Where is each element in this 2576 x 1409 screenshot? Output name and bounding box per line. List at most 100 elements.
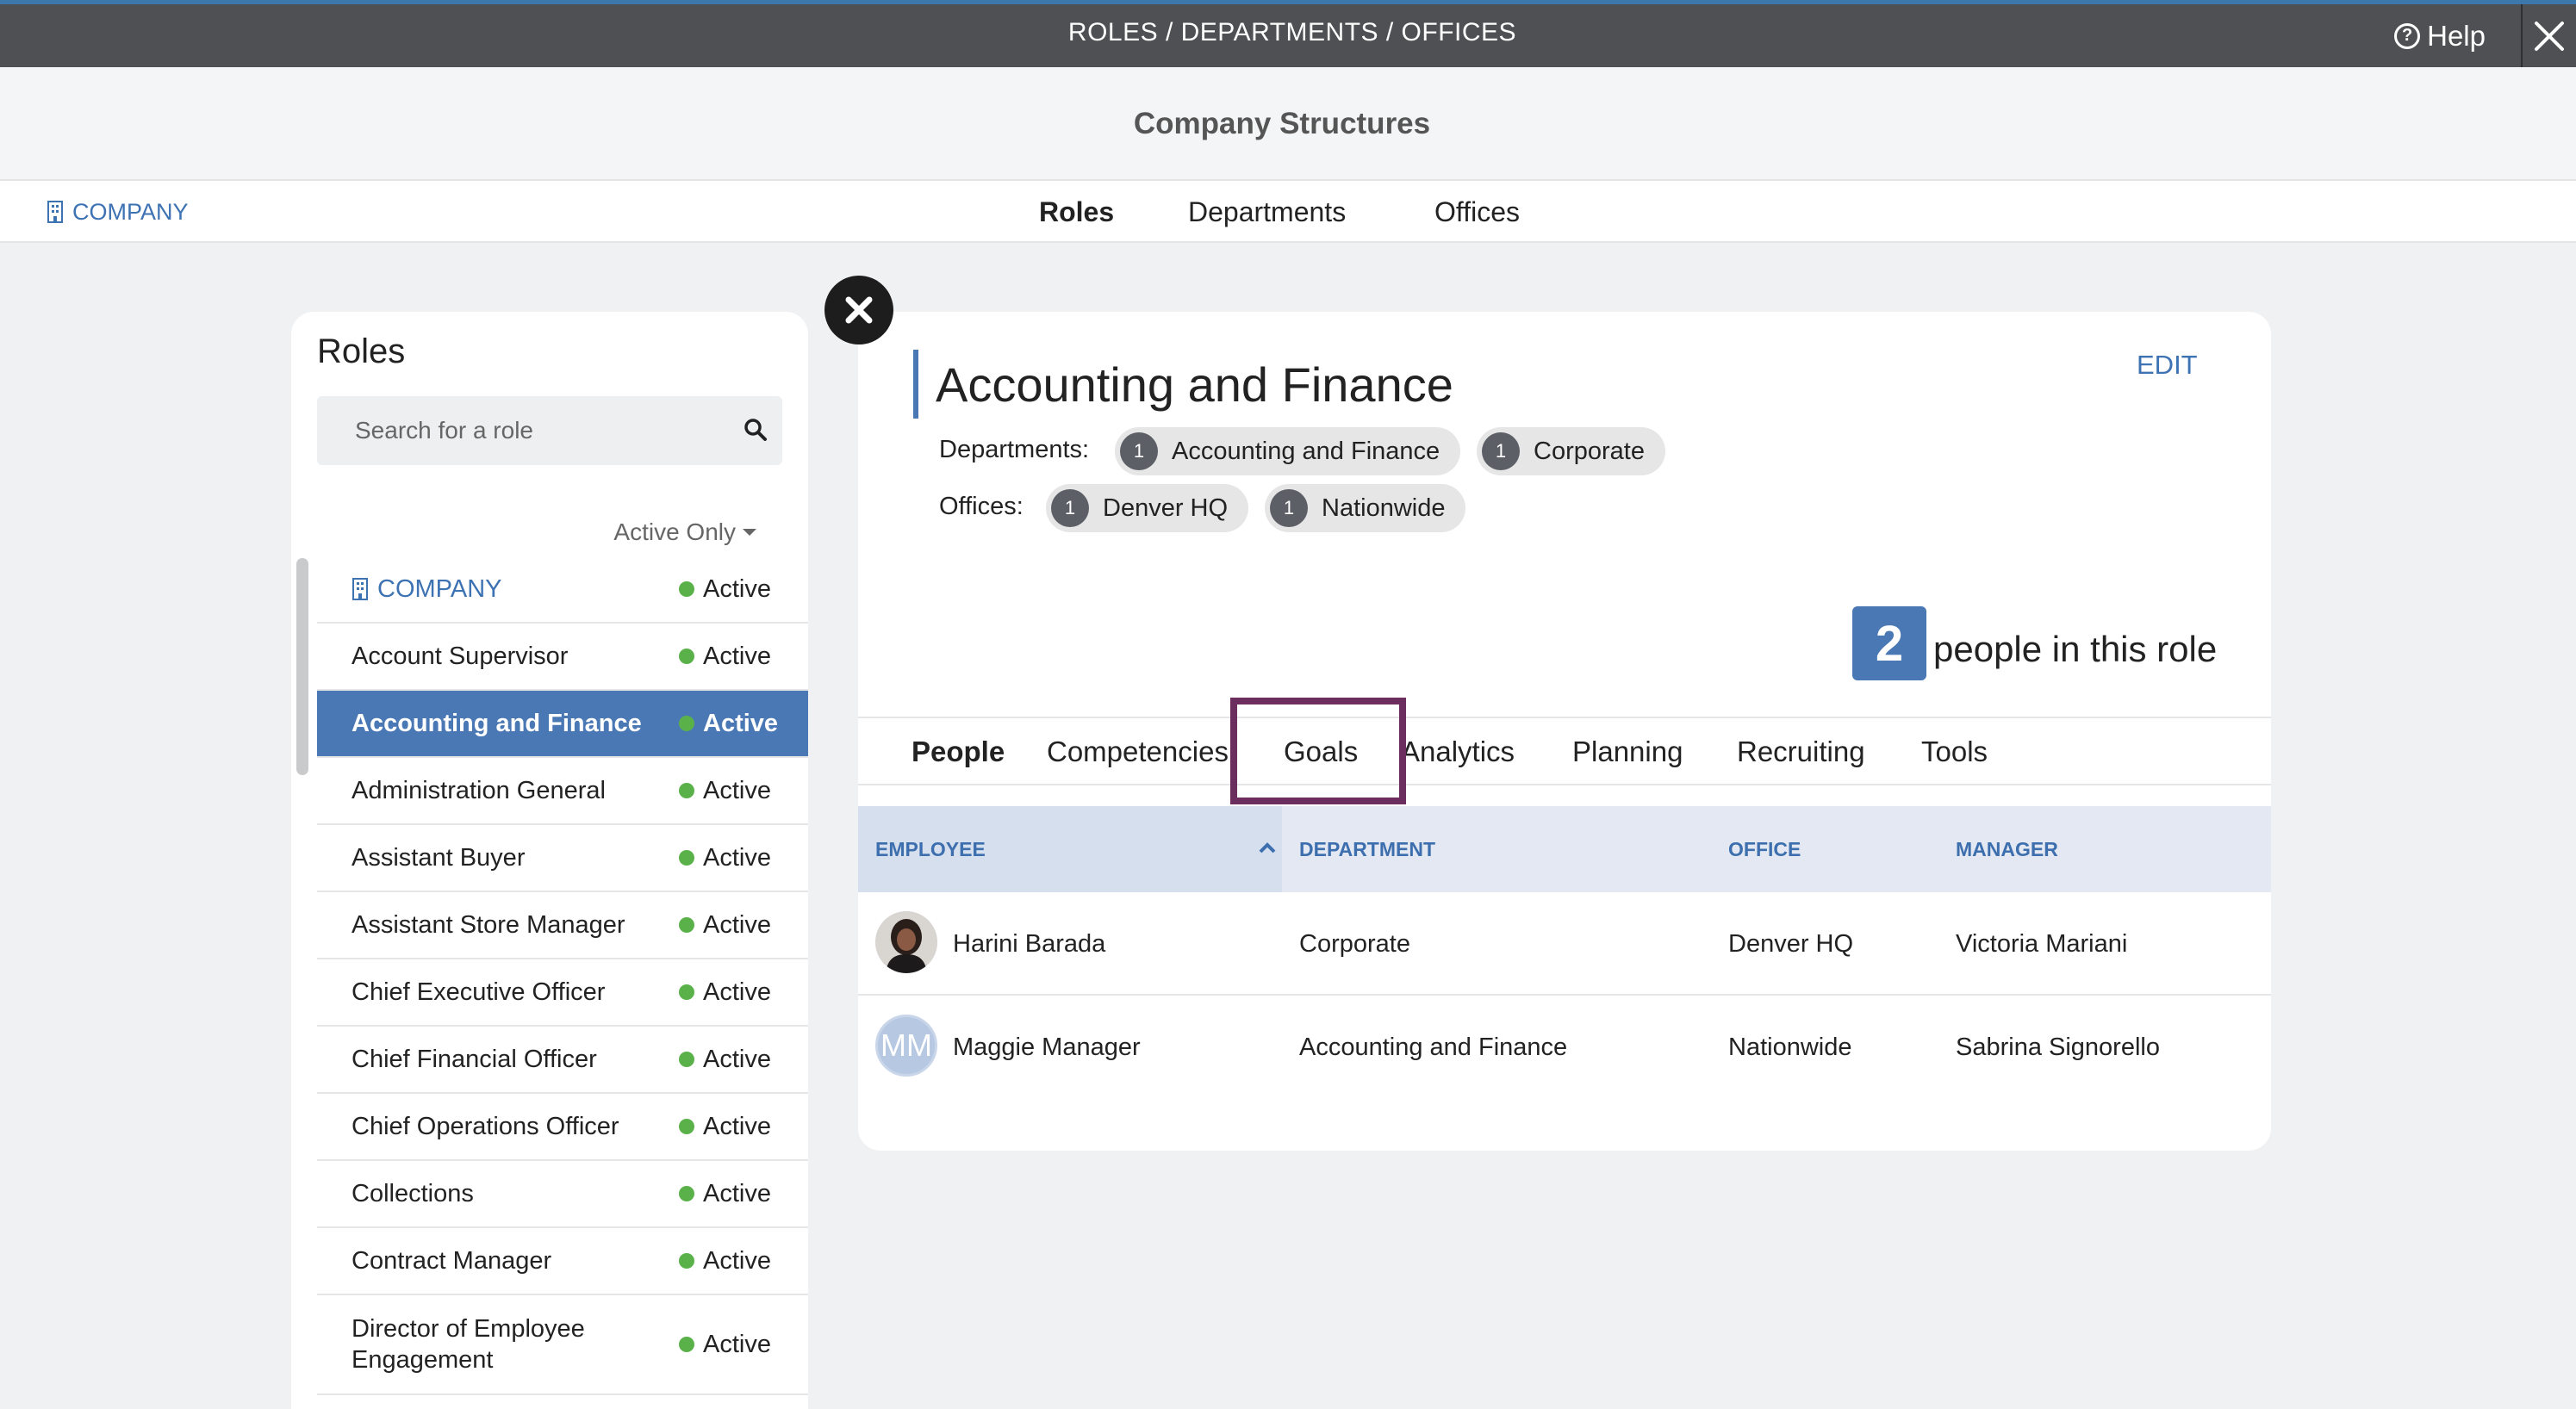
sort-ascending-icon[interactable]: [1258, 841, 1277, 854]
role-item[interactable]: Collections Active: [317, 1161, 808, 1228]
role-status: Active: [703, 776, 771, 804]
detail-tabs: People Competencies Goals Analytics Plan…: [858, 717, 2271, 785]
roles-scrollbar[interactable]: [296, 558, 308, 775]
roles-panel: Roles Active Only COMPANY Active Ac: [291, 312, 808, 1409]
office-chip[interactable]: 1 Denver HQ: [1046, 484, 1249, 532]
column-employee[interactable]: EMPLOYEE: [875, 806, 986, 892]
avatar: [875, 911, 937, 973]
role-name: Collections: [352, 1180, 474, 1207]
goals-tab-highlight: [1230, 698, 1406, 804]
chevron-down-icon: [743, 529, 756, 536]
employee-department: Corporate: [1299, 930, 1410, 958]
employee-manager: Sabrina Signorello: [1956, 1033, 2160, 1061]
tab-recruiting[interactable]: Recruiting: [1737, 718, 1865, 785]
role-name: Account Supervisor: [352, 642, 569, 670]
status-dot: [679, 783, 694, 798]
chip-label: Accounting and Finance: [1172, 437, 1440, 465]
help-label: Help: [2427, 19, 2486, 52]
role-item-company[interactable]: COMPANY Active: [317, 556, 808, 624]
status-dot: [679, 1253, 694, 1269]
roles-list: COMPANY Active Account Supervisor Active…: [317, 556, 808, 1395]
role-search-input[interactable]: [317, 396, 722, 465]
role-name: COMPANY: [377, 575, 502, 603]
close-icon: [845, 296, 873, 324]
status-dot: [679, 917, 694, 933]
role-item[interactable]: Administration General Active: [317, 758, 808, 825]
tab-competencies[interactable]: Competencies: [1047, 718, 1229, 785]
offices-label: Offices:: [939, 493, 1024, 520]
role-item[interactable]: Chief Financial Officer Active: [317, 1027, 808, 1094]
role-detail-panel: Accounting and Finance EDIT Departments:…: [858, 312, 2271, 1151]
tab-departments[interactable]: Departments: [1188, 181, 1346, 243]
chip-count: 1: [1270, 489, 1308, 527]
role-item[interactable]: Chief Operations Officer Active: [317, 1094, 808, 1161]
role-status: Active: [703, 1045, 771, 1073]
role-search: [317, 396, 782, 465]
title-accent-bar: [913, 350, 918, 419]
role-status: Active: [703, 843, 771, 872]
department-chip[interactable]: 1 Accounting and Finance: [1115, 427, 1461, 475]
people-count-label: people in this role: [1933, 629, 2218, 669]
role-name: Assistant Buyer: [352, 844, 526, 872]
department-chip[interactable]: 1 Corporate: [1477, 427, 1665, 475]
page-header: Company Structures: [0, 67, 2576, 181]
status-dot: [679, 716, 694, 731]
status-dot: [679, 984, 694, 1000]
role-item[interactable]: Chief Executive Officer Active: [317, 959, 808, 1027]
edit-button[interactable]: EDIT: [2137, 350, 2198, 381]
role-item-selected[interactable]: Accounting and Finance Active: [317, 691, 808, 758]
roles-title: Roles: [317, 332, 406, 370]
people-count-badge: 2: [1852, 606, 1926, 680]
close-button[interactable]: [2521, 4, 2576, 67]
role-item[interactable]: Contract Manager Active: [317, 1228, 808, 1295]
column-department[interactable]: DEPARTMENT: [1299, 806, 1435, 892]
column-manager[interactable]: MANAGER: [1956, 806, 2058, 892]
table-row[interactable]: Harini Barada Corporate Denver HQ Victor…: [858, 892, 2271, 996]
status-dot: [679, 581, 694, 597]
role-status: Active: [703, 642, 771, 670]
role-name: Chief Financial Officer: [352, 1046, 597, 1073]
page-title: Company Structures: [1133, 107, 1431, 140]
column-office[interactable]: OFFICE: [1728, 806, 1801, 892]
tab-roles[interactable]: Roles: [1039, 181, 1114, 243]
people-table: EMPLOYEE DEPARTMENT OFFICE MANAGER Harin…: [858, 806, 2271, 1099]
chip-label: Nationwide: [1322, 493, 1446, 522]
role-status: Active: [703, 574, 771, 603]
role-item[interactable]: Assistant Buyer Active: [317, 825, 808, 892]
role-item[interactable]: Assistant Store Manager Active: [317, 892, 808, 959]
tab-analytics[interactable]: Analytics: [1401, 718, 1515, 785]
status-dot: [679, 1119, 694, 1134]
role-status: Active: [703, 910, 771, 939]
close-detail-button[interactable]: [824, 276, 893, 344]
tab-people[interactable]: People: [912, 718, 1005, 785]
role-title: Accounting and Finance: [936, 357, 1453, 412]
tab-tools[interactable]: Tools: [1921, 718, 1988, 785]
status-dot: [679, 649, 694, 664]
table-row[interactable]: MM Maggie Manager Accounting and Finance…: [858, 996, 2271, 1099]
employee-name[interactable]: Maggie Manager: [953, 996, 1141, 1099]
departments-label: Departments:: [939, 436, 1090, 463]
help-button[interactable]: ? Help: [2394, 4, 2486, 67]
role-name: Accounting and Finance: [352, 710, 642, 737]
avatar: MM: [875, 1015, 937, 1077]
role-name: Director of Employee Engagement: [352, 1315, 585, 1374]
role-status: Active: [703, 1246, 771, 1275]
role-status: Active: [703, 978, 771, 1006]
role-status: Active: [703, 1179, 771, 1207]
tab-planning[interactable]: Planning: [1572, 718, 1683, 785]
chip-label: Denver HQ: [1103, 493, 1229, 522]
employee-name[interactable]: Harini Barada: [953, 892, 1105, 996]
tab-offices[interactable]: Offices: [1434, 181, 1520, 243]
role-name: Assistant Store Manager: [352, 911, 625, 939]
search-icon[interactable]: [743, 417, 768, 443]
office-chip[interactable]: 1 Nationwide: [1265, 484, 1466, 532]
question-circle-icon: ?: [2394, 22, 2421, 49]
role-status: Active: [703, 1112, 771, 1140]
status-filter-dropdown[interactable]: Active Only: [613, 518, 756, 546]
status-filter-label: Active Only: [613, 518, 736, 545]
role-item[interactable]: Account Supervisor Active: [317, 624, 808, 691]
role-status: Active: [703, 1330, 771, 1358]
role-item[interactable]: Director of Employee Engagement Active: [317, 1295, 808, 1395]
status-dot: [679, 1052, 694, 1067]
role-name: Chief Executive Officer: [352, 978, 606, 1006]
